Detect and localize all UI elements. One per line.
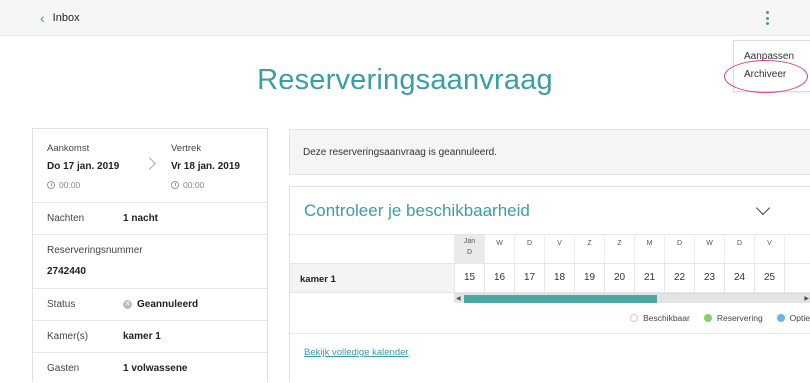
- clock-icon: [171, 181, 179, 189]
- reservation-number-value: 2742440: [47, 266, 86, 277]
- calendar-month-label: Jan: [463, 238, 476, 245]
- calendar-day-cell[interactable]: 19: [574, 264, 604, 292]
- calendar-room-row: kamer 1 15 16 17 18 19 20 21 22 23 24 25: [290, 263, 810, 293]
- legend-item: Reservering: [703, 313, 763, 323]
- legend-label: Beschikbaar: [643, 313, 690, 323]
- notice-text: Deze reserveringsaanvraag is geannuleerd…: [303, 147, 498, 158]
- cancelled-notice: Deze reserveringsaanvraag is geannuleerd…: [289, 129, 810, 175]
- calendar-weekday-label: W: [706, 240, 713, 247]
- calendar-weekday-label: D: [676, 240, 683, 247]
- calendar-weekday-label: W: [496, 240, 503, 247]
- calendar-weekday-label: D: [466, 249, 473, 256]
- rooms-value: kamer 1: [123, 331, 161, 342]
- guests-row: Gasten 1 volwassene: [33, 353, 267, 383]
- calendar-header: Jan D W D V Z Z M D W D V: [290, 235, 810, 263]
- calendar-day-cell[interactable]: 23: [694, 264, 724, 292]
- departure-label: Vertrek: [171, 143, 202, 154]
- nights-value: 1 nacht: [123, 213, 159, 224]
- calendar-weekday-header: W: [484, 235, 514, 263]
- rooms-row: Kamer(s) kamer 1: [33, 321, 267, 353]
- scrollbar-thumb[interactable]: [464, 295, 657, 303]
- calendar-day-cell[interactable]: [784, 264, 810, 292]
- scroll-right-icon[interactable]: ▶: [804, 295, 809, 302]
- status-badge: ✕ Geannuleerd: [123, 299, 199, 310]
- calendar-day-cell[interactable]: 16: [484, 264, 514, 292]
- status-label: Status: [47, 299, 76, 310]
- reservation-number-label: Reserveringsnummer: [47, 245, 143, 256]
- calendar-weekday-header: Jan D: [454, 235, 484, 263]
- calendar-weekday-header: V: [754, 235, 784, 263]
- legend-label: Reservering: [716, 313, 763, 323]
- clock-icon: [47, 181, 55, 189]
- departure-time: 00:00: [171, 180, 204, 190]
- dates-row: Aankomst Do 17 jan. 2019 00:00 Vertrek V…: [33, 129, 267, 203]
- calendar-day-cell[interactable]: 20: [604, 264, 634, 292]
- arrival-label: Aankomst: [47, 143, 90, 154]
- calendar-weekday-header: D: [514, 235, 544, 263]
- calendar-weekday-label: Z: [587, 240, 592, 247]
- calendar-weekday-header: [784, 235, 810, 263]
- calendar-weekday-header: Z: [574, 235, 604, 263]
- legend-label: Optie: [789, 313, 810, 323]
- calendar-weekday-header: V: [544, 235, 574, 263]
- calendar-scrollbar[interactable]: ◀ ▶: [454, 293, 810, 303]
- arrival-date: Do 17 jan. 2019: [47, 161, 120, 172]
- arrow-right-icon: [143, 157, 156, 170]
- rooms-label: Kamer(s): [47, 331, 89, 342]
- more-options-icon[interactable]: [760, 10, 774, 26]
- calendar-day-cell[interactable]: 24: [724, 264, 754, 292]
- calendar-day-cell[interactable]: 15: [454, 264, 484, 292]
- chevron-down-icon[interactable]: [755, 200, 771, 216]
- calendar-weekday-header: D: [724, 235, 754, 263]
- calendar-weekday-label: V: [557, 240, 562, 247]
- status-row: Status ✕ Geannuleerd: [33, 289, 267, 321]
- room-name: kamer 1: [300, 274, 336, 285]
- calendar-weekday-header: D: [664, 235, 694, 263]
- legend-dot-icon: [703, 314, 712, 322]
- nights-label: Nachten: [47, 213, 85, 224]
- calendar-legend: Beschikbaar Reservering Optie: [630, 313, 810, 323]
- calendar-day-cell[interactable]: 25: [754, 264, 784, 292]
- back-label: Inbox: [52, 12, 80, 24]
- cancelled-icon: ✕: [123, 300, 132, 309]
- calendar-weekday-label: Z: [617, 240, 622, 247]
- calendar-weekday-label: M: [646, 240, 653, 247]
- availability-title: Controleer je beschikbaarheid: [304, 201, 530, 220]
- full-calendar-link[interactable]: Bekijk volledige kalender: [304, 347, 409, 358]
- legend-dot-icon: [630, 314, 639, 322]
- calendar-day-cell[interactable]: 22: [664, 264, 694, 292]
- calendar-weekday-header: Z: [604, 235, 634, 263]
- scroll-left-icon[interactable]: ◀: [456, 295, 461, 302]
- calendar-day-cell[interactable]: 18: [544, 264, 574, 292]
- legend-item: Beschikbaar: [630, 313, 690, 323]
- reservation-summary: Aankomst Do 17 jan. 2019 00:00 Vertrek V…: [32, 128, 268, 382]
- calendar-weekday-label: D: [526, 240, 533, 247]
- departure-date: Vr 18 jan. 2019: [171, 161, 240, 172]
- calendar-day-cell[interactable]: 21: [634, 264, 664, 292]
- calendar-day-cell[interactable]: 17: [514, 264, 544, 292]
- calendar-weekday-header: M: [634, 235, 664, 263]
- nights-row: Nachten 1 nacht: [33, 203, 267, 235]
- back-to-inbox-link[interactable]: ‹ Inbox: [40, 11, 80, 25]
- guests-value: 1 volwassene: [123, 363, 188, 374]
- calendar-weekday-label: V: [767, 240, 772, 247]
- chevron-left-icon: ‹: [40, 10, 45, 26]
- page-title: Reserveringsaanvraag: [257, 64, 553, 96]
- reservation-number-row: Reserveringsnummer 2742440: [33, 235, 267, 289]
- calendar-weekday-header: W: [694, 235, 724, 263]
- availability-panel: Controleer je beschikbaarheid Jan D W D V Z Z M…: [289, 186, 810, 382]
- availability-header[interactable]: Controleer je beschikbaarheid: [290, 187, 810, 235]
- arrival-time: 00:00: [47, 180, 80, 190]
- guests-label: Gasten: [47, 363, 80, 374]
- top-bar: ‹ Inbox: [0, 0, 810, 36]
- menu-item-aanpassen[interactable]: Aanpassen: [744, 51, 794, 62]
- calendar-weekday-label: D: [736, 240, 743, 247]
- calendar-month-label: [785, 238, 810, 247]
- legend-dot-icon: [776, 314, 785, 322]
- legend-item: Optie: [776, 313, 810, 323]
